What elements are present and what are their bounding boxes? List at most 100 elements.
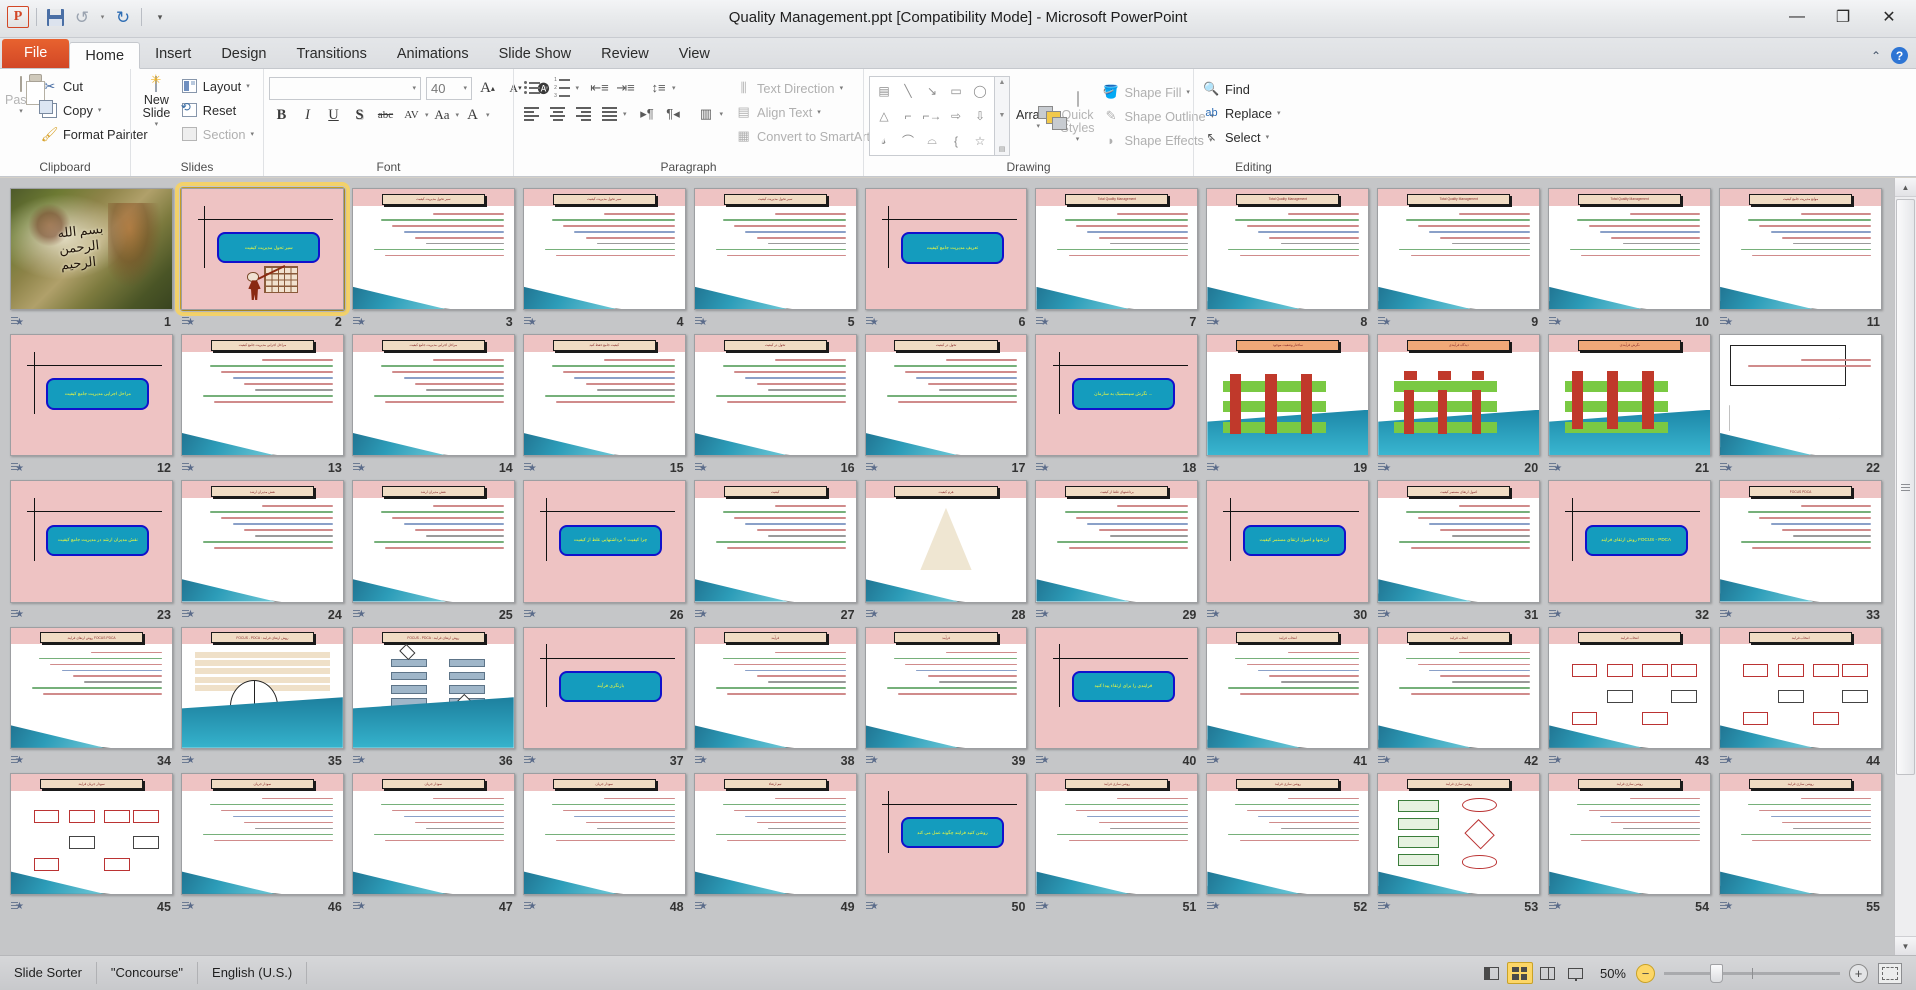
zoom-slider-thumb[interactable]	[1709, 963, 1723, 983]
slide-canvas[interactable]: فرآیند	[693, 626, 857, 749]
bold-button[interactable]: B	[269, 103, 294, 127]
slide-thumb-wrapper[interactable]: ارزشها و اصول ارتقای مستمر کیفیت	[1206, 480, 1370, 603]
tab-slide-show[interactable]: Slide Show	[484, 41, 587, 68]
slide-thumb-wrapper[interactable]: روش ارتقای فرایند FOCUS PDCA	[10, 626, 173, 749]
slide-canvas[interactable]: روشن کنید فرایند چگونه عمل می کند	[864, 772, 1028, 895]
font-color-button[interactable]: A	[460, 103, 485, 127]
slide-thumb-wrapper[interactable]: نقش مدیران ارشد	[351, 480, 515, 603]
tab-design[interactable]: Design	[206, 41, 281, 68]
slide-thumb-wrapper[interactable]: انتخاب فرایند	[1719, 626, 1882, 749]
slide-transition-icon[interactable]: ★	[1036, 755, 1049, 767]
slide-thumb-wrapper[interactable]: Total Quality Management	[1548, 188, 1712, 311]
slide-transition-icon[interactable]: ★	[1036, 901, 1049, 913]
slide-thumbnail-1[interactable]: بسم الله الرحمن الرحیم ★ 1	[6, 184, 177, 330]
slide-thumb-wrapper[interactable]: نمودار جریان	[351, 772, 515, 895]
strikethrough-button[interactable]: abc	[373, 103, 398, 127]
section-button[interactable]: Section ▾	[177, 122, 258, 146]
chevron-down-icon[interactable]: ▾	[425, 111, 429, 119]
slide-thumb-wrapper[interactable]: سیر تحول مدیریت کیفیت	[351, 188, 515, 311]
slide-transition-icon[interactable]: ★	[1207, 755, 1220, 767]
slide-thumbnail-16[interactable]: تحول در کیفیت ★ 16	[690, 330, 861, 476]
slide-thumbnail-25[interactable]: نقش مدیران ارشد ★ 25	[348, 476, 519, 622]
slide-canvas[interactable]: انتخاب فرایند	[1548, 626, 1712, 749]
line-spacing-button[interactable]: ↕≡	[646, 76, 671, 99]
tab-transitions[interactable]: Transitions	[281, 41, 381, 68]
slide-transition-icon[interactable]: ★	[181, 901, 195, 913]
slide-transition-icon[interactable]: ★	[352, 462, 366, 474]
chevron-down-icon[interactable]: ▾	[456, 111, 460, 119]
slide-thumb-wrapper[interactable]: کیفیت جامع حفظ کنید	[522, 334, 686, 457]
slide-thumbnail-12[interactable]: مراحل اجرایی مدیریت جامع کیفیت ★ 12	[6, 330, 177, 476]
slide-canvas[interactable]: مراحل اجرایی مدیریت جامع کیفیت	[351, 334, 515, 457]
slide-thumb-wrapper[interactable]: برداشتهای غلط از کیفیت	[1035, 480, 1199, 603]
collapse-ribbon-icon[interactable]: ⌃	[1871, 49, 1881, 63]
slide-thumbnail-27[interactable]: کیفیت ★ 27	[690, 476, 861, 622]
view-slide-sorter-button[interactable]	[1506, 962, 1533, 984]
slide-transition-icon[interactable]: ★	[11, 316, 24, 328]
slide-transition-icon[interactable]: ★	[523, 316, 537, 328]
increase-indent-button[interactable]: ⇥≡	[613, 76, 638, 99]
font-name-input[interactable]: ▾	[269, 76, 421, 100]
slide-thumb-wrapper[interactable]: روش ارتقای فرایند FOCUS - PDCA	[1548, 480, 1712, 603]
chevron-down-icon[interactable]: ▾	[672, 84, 676, 92]
slide-transition-icon[interactable]: ★	[523, 462, 537, 474]
shapes-gallery-scrollbar[interactable]: ▲ ▼ ▤	[995, 76, 1010, 156]
slide-thumb-wrapper[interactable]: نقش مدیران ارشد در مدیریت جامع کیفیت	[10, 480, 173, 603]
slide-canvas[interactable]: روشن سازی فرایند	[1548, 772, 1712, 895]
slide-thumb-wrapper[interactable]: نمودار جریان	[522, 772, 686, 895]
scroll-up-button[interactable]: ▲	[1895, 178, 1916, 197]
slide-transition-icon[interactable]: ★	[352, 316, 366, 328]
slide-thumbnail-35[interactable]: FOCUS - PDCA : روش ارتقای فرایند ★ 35	[177, 623, 348, 769]
chevron-down-icon[interactable]: ▾	[720, 110, 724, 118]
slide-transition-icon[interactable]: ★	[694, 755, 708, 767]
help-icon[interactable]: ?	[1891, 47, 1908, 64]
slide-transition-icon[interactable]: ★	[1720, 901, 1733, 913]
status-language[interactable]: English (U.S.)	[198, 962, 308, 984]
slide-canvas[interactable]: تعریف مدیریت جامع کیفیت	[864, 188, 1028, 311]
shape-right-arrow-icon[interactable]: ⇨	[944, 104, 968, 129]
slide-thumb-wrapper[interactable]: سیر تحول مدیریت کیفیت	[174, 181, 350, 317]
slide-thumbnail-20[interactable]: دیدگاه فرآیندی ★ 20	[1373, 330, 1544, 476]
slide-canvas[interactable]: تحول در کیفیت	[864, 334, 1028, 457]
slide-thumb-wrapper[interactable]: FOCUS - PDCA : روش ارتقای فرایند	[351, 626, 515, 749]
slide-canvas[interactable]: نقش مدیران ارشد	[180, 480, 344, 603]
slide-canvas[interactable]: چرا کیفیت ؟ برداشتهایی غلط از کیفیت	[522, 480, 686, 603]
bullets-button[interactable]	[519, 76, 544, 99]
slide-transition-icon[interactable]: ★	[523, 901, 537, 913]
slide-canvas[interactable]: نقش مدیران ارشد در مدیریت جامع کیفیت	[10, 480, 173, 603]
slide-thumb-wrapper[interactable]: Total Quality Management	[1206, 188, 1370, 311]
numbering-button[interactable]: 1 2 3	[550, 76, 575, 99]
slide-thumbnail-6[interactable]: تعریف مدیریت جامع کیفیت ★ 6	[861, 184, 1032, 330]
slide-transition-icon[interactable]: ★	[11, 462, 24, 474]
slide-thumb-wrapper[interactable]: نمودار جریان فرایند	[10, 772, 173, 895]
slide-thumb-wrapper[interactable]: اصول ارتقای مستمر کیفیت	[1377, 480, 1541, 603]
slide-transition-icon[interactable]: ★	[1378, 901, 1391, 913]
shape-scribble-icon[interactable]: 𝓈	[872, 128, 896, 153]
slide-transition-icon[interactable]: ★	[523, 609, 537, 621]
grow-font-button[interactable]: A ▴	[475, 76, 500, 100]
slide-transition-icon[interactable]: ★	[1207, 316, 1220, 328]
slide-thumbnail-15[interactable]: کیفیت جامع حفظ کنید ★ 15	[519, 330, 690, 476]
slide-transition-icon[interactable]: ★	[352, 755, 366, 767]
tab-file[interactable]: File	[2, 39, 70, 68]
slide-canvas[interactable]: نگرش فرآیندی	[1548, 334, 1712, 457]
slide-canvas[interactable]: نقش مدیران ارشد	[351, 480, 515, 603]
slide-transition-icon[interactable]: ★	[694, 316, 708, 328]
slide-thumbnail-34[interactable]: روش ارتقای فرایند FOCUS PDCA ★ 34	[6, 623, 177, 769]
slide-thumbnail-19[interactable]: ساختار وضعیت موجود ★ 19	[1202, 330, 1373, 476]
align-left-button[interactable]	[519, 102, 544, 125]
zoom-in-button[interactable]: +	[1849, 963, 1868, 983]
new-slide-button[interactable]: ✳ New Slide ▾	[136, 72, 177, 128]
slide-transition-icon[interactable]: ★	[694, 901, 708, 913]
slide-thumbnail-41[interactable]: انتخاب فرایند ★ 41	[1202, 623, 1373, 769]
slide-canvas[interactable]: سیر تحول مدیریت کیفیت	[693, 188, 857, 311]
slide-transition-icon[interactable]: ★	[865, 901, 879, 913]
slide-canvas[interactable]: ساختار وضعیت موجود	[1206, 334, 1370, 457]
slide-thumb-wrapper[interactable]: بسم الله الرحمن الرحیم	[10, 188, 173, 311]
slide-transition-icon[interactable]: ★	[1378, 316, 1391, 328]
slide-thumbnail-5[interactable]: سیر تحول مدیریت کیفیت ★ 5	[690, 184, 861, 330]
align-center-button[interactable]	[545, 102, 570, 125]
slide-thumb-wrapper[interactable]: فرآیند	[693, 626, 857, 749]
view-slide-show-button[interactable]	[1563, 962, 1589, 984]
slide-thumb-wrapper[interactable]: مراحل اجرایی مدیریت جامع کیفیت	[180, 334, 344, 457]
